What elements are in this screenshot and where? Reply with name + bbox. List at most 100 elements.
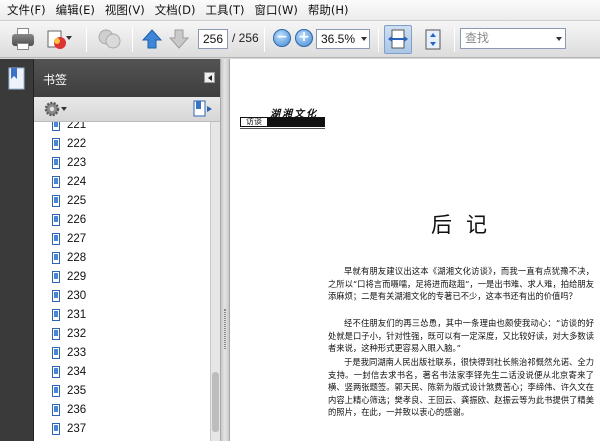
bookmark-label: 222 [67, 137, 87, 150]
bookmark-icon [52, 308, 60, 321]
print-button[interactable] [12, 26, 36, 52]
sidebar-header: 书签 [34, 59, 220, 97]
minus-icon: − [276, 29, 288, 45]
bookmarks-sidebar: 书签 221 222 223 224 225 226 227 228 229 2… [34, 59, 220, 441]
zoom-dropdown-icon[interactable] [361, 37, 367, 41]
bookmark-label: 236 [67, 403, 87, 416]
bookmark-item[interactable]: 235 [52, 381, 86, 400]
expand-bookmark-button[interactable] [192, 100, 214, 118]
bookmark-item[interactable]: 223 [52, 153, 86, 172]
bookmark-label: 229 [67, 270, 87, 283]
body-paragraph: 早就有朋友建议出这本《湖湘文化访谈》，而我一直有点犹豫不决，之所以“口将言而嗫嚅… [328, 266, 594, 302]
bookmark-label: 226 [67, 213, 87, 226]
splitter-grip-icon [224, 309, 226, 349]
gear-icon [44, 101, 67, 117]
header-bar: 访谈 [240, 117, 325, 127]
bookmark-icon [52, 270, 60, 283]
search-input[interactable]: 查找 [460, 28, 566, 49]
bookmark-icon [52, 327, 60, 340]
bookmark-icon [52, 346, 60, 359]
navigation-pane-strip [0, 59, 34, 441]
bookmark-label: 224 [67, 175, 87, 188]
bookmark-icon [52, 384, 60, 397]
zoom-in-button[interactable]: + [295, 29, 313, 47]
bookmark-label: 227 [67, 232, 87, 245]
plus-icon: + [298, 29, 310, 45]
toolbar: 256 / 256 − + 36.5% 查找 [0, 21, 600, 58]
collapse-sidebar-button[interactable] [204, 72, 215, 83]
bookmark-icon [52, 289, 60, 302]
printer-output-icon [17, 43, 29, 50]
bookmark-item[interactable]: 230 [52, 286, 86, 305]
collaborate-button[interactable] [96, 27, 124, 53]
bookmark-label: 223 [67, 156, 87, 169]
menu-edit[interactable]: 编辑(E) [51, 0, 100, 21]
menu-window[interactable]: 窗口(W) [250, 0, 303, 21]
create-pdf-button[interactable] [46, 28, 72, 52]
bookmark-icon [52, 213, 60, 226]
bookmark-label: 231 [67, 308, 87, 321]
menu-document[interactable]: 文档(D) [150, 0, 201, 21]
search-dropdown-icon[interactable] [556, 37, 562, 41]
bookmark-item[interactable]: 222 [52, 134, 86, 153]
bookmark-item[interactable]: 225 [52, 191, 86, 210]
menu-bar: 文件(F) 编辑(E) 视图(V) 文档(D) 工具(T) 窗口(W) 帮助(H… [0, 0, 600, 21]
fit-page-button[interactable] [420, 26, 446, 53]
scrollbar-thumb[interactable] [212, 372, 219, 432]
sidebar-toolbar [34, 97, 220, 122]
fit-page-icon [425, 29, 441, 50]
arrow-down-icon [168, 29, 190, 49]
body-paragraph: 于是我同湖南人民出版社联系，很快得到社长熊治祁慨然允诺、全力支持。一封信去求书名… [328, 357, 594, 418]
bookmark-item[interactable]: 236 [52, 400, 86, 419]
bookmark-label: 225 [67, 194, 87, 207]
bookmark-icon [52, 175, 60, 188]
bookmark-item[interactable]: 232 [52, 324, 86, 343]
menu-tools[interactable]: 工具(T) [201, 0, 250, 21]
sidebar-scrollbar[interactable] [210, 122, 220, 441]
fit-width-button[interactable] [384, 25, 412, 54]
next-page-button[interactable] [168, 28, 190, 50]
toolbar-separator [454, 27, 455, 52]
bookmark-item[interactable]: 233 [52, 343, 86, 362]
bookmark-icon [52, 422, 60, 435]
bookmark-label: 235 [67, 384, 87, 397]
bookmark-panel-icon [8, 67, 25, 90]
toolbar-separator [264, 27, 265, 52]
bookmarks-panel-button[interactable] [7, 67, 27, 91]
fit-width-icon [388, 29, 408, 49]
menu-file[interactable]: 文件(F) [2, 0, 51, 21]
bookmark-icon [52, 137, 60, 150]
bookmark-icon [52, 194, 60, 207]
header-rule [240, 128, 325, 129]
create-pdf-icon [47, 30, 72, 49]
pdf-page: 湖湘文化 访谈 后记 早就有朋友建议出这本《湖湘文化访谈》，而我一直有点犹豫不决… [230, 59, 600, 441]
bookmark-item[interactable]: 224 [52, 172, 86, 191]
bookmark-icon [52, 251, 60, 264]
bookmark-item[interactable]: 237 [52, 419, 86, 438]
collaborate-icon [98, 29, 121, 49]
bookmark-item[interactable]: 234 [52, 362, 86, 381]
sidebar-title: 书签 [43, 73, 68, 87]
previous-page-button[interactable] [141, 28, 163, 50]
page-number-input[interactable]: 256 [198, 29, 228, 49]
body-paragraph: 经不住朋友们的再三怂恿，其中一条理由也颇使我动心：“访谈的好处就是口子小，针对性… [328, 318, 594, 354]
bookmark-item[interactable]: 227 [52, 229, 86, 248]
bookmark-icon [52, 122, 60, 131]
bookmark-label: 233 [67, 346, 87, 359]
toolbar-separator [86, 27, 87, 52]
bookmark-item[interactable]: 229 [52, 267, 86, 286]
bookmark-item[interactable]: 221 [52, 122, 86, 134]
bookmark-item[interactable]: 231 [52, 305, 86, 324]
bookmark-label: 230 [67, 289, 87, 302]
bookmark-item[interactable]: 226 [52, 210, 86, 229]
bookmark-expand-icon [193, 100, 212, 117]
document-view[interactable]: 湖湘文化 访谈 后记 早就有朋友建议出这本《湖湘文化访谈》，而我一直有点犹豫不决… [230, 59, 600, 441]
pane-splitter[interactable] [220, 59, 230, 441]
bookmark-label: 237 [67, 422, 87, 435]
bookmark-item[interactable]: 228 [52, 248, 86, 267]
section-label: 访谈 [240, 117, 268, 127]
options-button[interactable] [44, 100, 72, 118]
zoom-out-button[interactable]: − [273, 29, 291, 47]
menu-help[interactable]: 帮助(H) [303, 0, 354, 21]
menu-view[interactable]: 视图(V) [100, 0, 150, 21]
